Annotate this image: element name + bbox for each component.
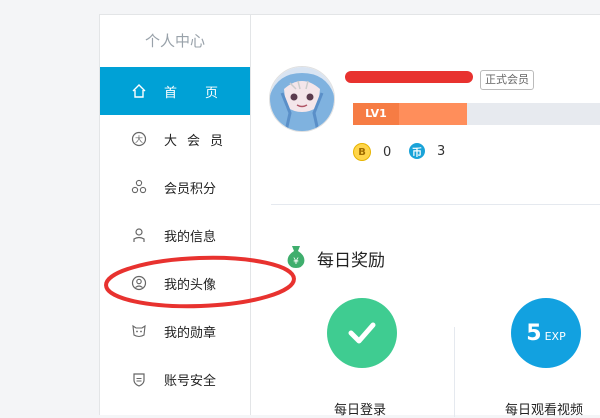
avatar[interactable] bbox=[269, 66, 335, 132]
sidebar-item-label: 首页 bbox=[164, 85, 247, 101]
daily-watch-label: 每日观看视频 bbox=[505, 403, 584, 418]
sidebar-item-label: 我的头像 bbox=[164, 277, 217, 293]
points-icon bbox=[130, 178, 148, 196]
bcoin-counter: B 0 bbox=[353, 143, 391, 161]
sidebar-title: 个人中心 bbox=[144, 32, 205, 50]
user-icon bbox=[130, 226, 148, 244]
svg-text:大: 大 bbox=[135, 134, 143, 144]
daily-watch-task[interactable]: 5 EXP bbox=[511, 298, 581, 368]
member-badge: 正式会员 bbox=[480, 70, 534, 90]
sidebar-item-label: 账号安全 bbox=[164, 373, 217, 389]
task-separator bbox=[454, 327, 455, 417]
shield-icon bbox=[130, 370, 148, 388]
coins-counter: 币 3 bbox=[409, 143, 445, 159]
sidebar-item-label: 我的勋章 bbox=[164, 325, 217, 341]
level-label: LV1 bbox=[353, 103, 399, 125]
username-redaction bbox=[345, 71, 473, 83]
sidebar-item-label: 会员积分 bbox=[164, 181, 217, 197]
home-icon bbox=[130, 82, 148, 100]
sidebar-item-label: 大会员 bbox=[164, 133, 234, 149]
sidebar-item-label: 我的信息 bbox=[164, 229, 217, 245]
medal-icon bbox=[130, 322, 148, 340]
daily-reward-header: ¥ 每日奖励 bbox=[283, 243, 385, 274]
sidebar-item-medal[interactable]: 我的勋章 bbox=[100, 307, 250, 355]
exp-value: 5 bbox=[526, 320, 542, 346]
svg-text:¥: ¥ bbox=[293, 257, 299, 267]
bcoin-value: 0 bbox=[383, 144, 392, 160]
coins-value: 3 bbox=[437, 143, 446, 159]
sidebar-item-points[interactable]: 会员积分 bbox=[100, 163, 250, 211]
money-bag-icon: ¥ bbox=[283, 243, 309, 274]
level-progress-bar: LV1 bbox=[353, 103, 600, 125]
bcoin-icon: B bbox=[353, 143, 371, 161]
check-icon bbox=[348, 322, 376, 344]
sidebar-item-home[interactable]: 首页 bbox=[100, 67, 250, 115]
daily-reward-title: 每日奖励 bbox=[317, 251, 385, 271]
main-panel: 正式会员 LV1 B 0 币 3 ¥ 每日奖励 每日登录 5 EXP 每日观看视… bbox=[250, 14, 600, 418]
exp-unit: EXP bbox=[544, 329, 566, 343]
sidebar-item-info[interactable]: 我的信息 bbox=[100, 211, 250, 259]
sidebar-item-avatar[interactable]: 我的头像 bbox=[100, 259, 250, 307]
sidebar-item-vip[interactable]: 大 大会员 bbox=[100, 115, 250, 163]
vip-icon: 大 bbox=[130, 130, 148, 148]
coin-icon: 币 bbox=[409, 143, 425, 159]
section-divider bbox=[271, 204, 600, 205]
sidebar-item-security[interactable]: 账号安全 bbox=[100, 355, 250, 403]
avatar-icon bbox=[130, 274, 148, 292]
daily-login-task[interactable] bbox=[327, 298, 397, 368]
daily-login-label: 每日登录 bbox=[334, 403, 387, 418]
sidebar: 个人中心 首页 大 大会员 会员积分 我的信息 我的头像 我的勋章 账号安全 bbox=[99, 14, 250, 415]
